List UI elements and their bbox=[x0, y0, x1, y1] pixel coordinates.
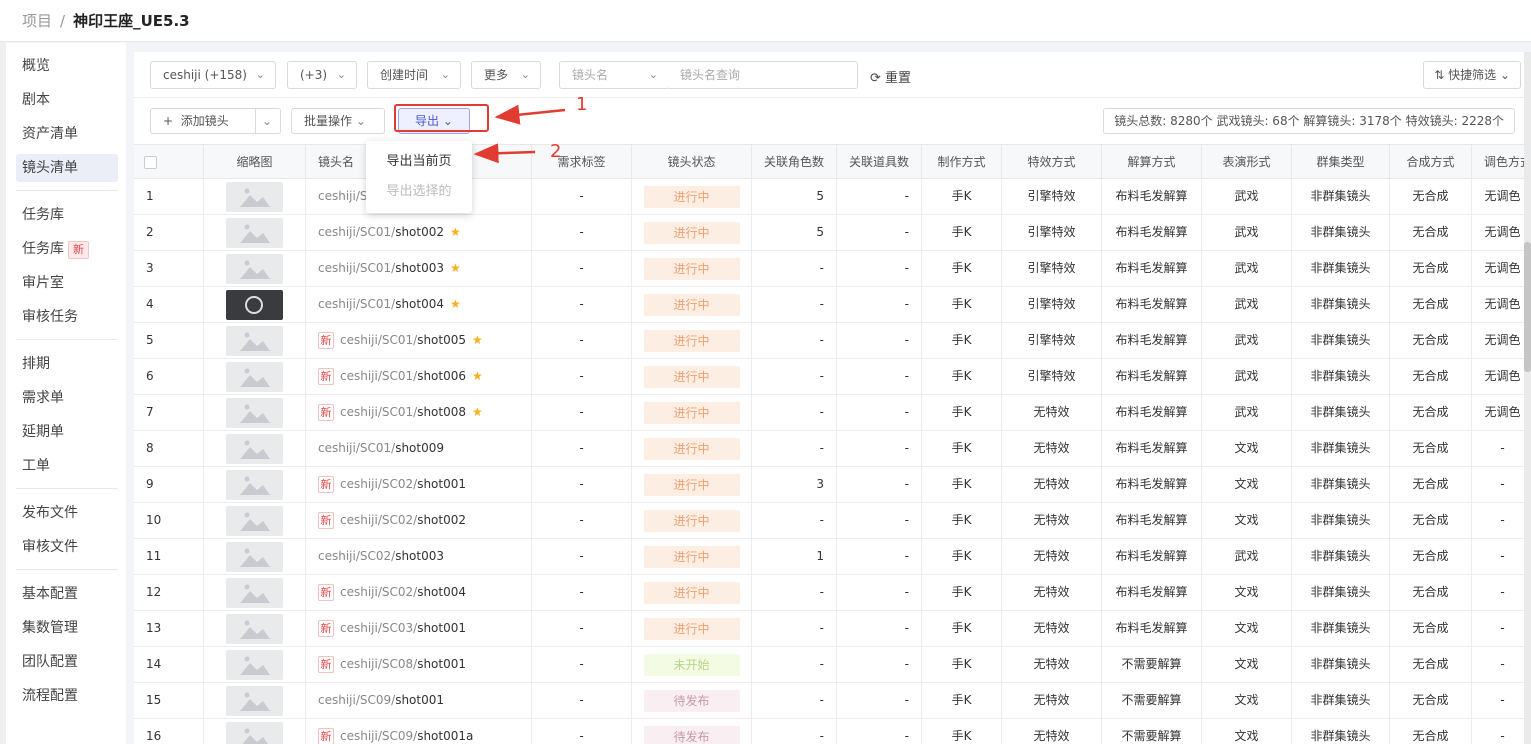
annotation-number-2: 2 bbox=[550, 141, 562, 162]
annotation-arrow-1 bbox=[494, 104, 566, 125]
annotation-arrows bbox=[473, 104, 566, 164]
annotation-number-1: 1 bbox=[576, 94, 588, 115]
annotation-arrow-2 bbox=[473, 143, 536, 164]
